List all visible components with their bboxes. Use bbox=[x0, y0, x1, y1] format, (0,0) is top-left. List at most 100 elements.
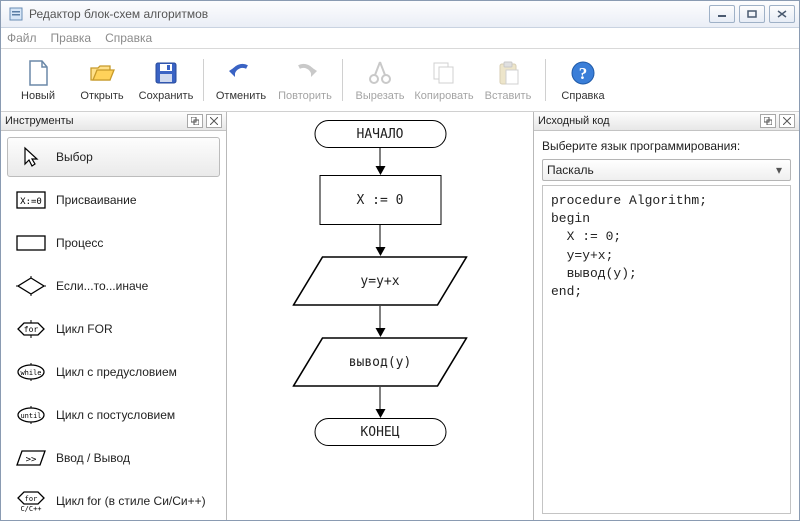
tool-label: Присваивание bbox=[56, 193, 137, 207]
open-label: Открыть bbox=[80, 90, 123, 102]
open-button[interactable]: Открыть bbox=[71, 52, 133, 108]
cut-label: Вырезать bbox=[356, 90, 405, 102]
svg-text:C/C++: C/C++ bbox=[20, 505, 41, 512]
toolbar-separator bbox=[545, 59, 546, 101]
paste-icon bbox=[494, 59, 522, 87]
flowchart: НАЧАЛО X := 0 y=y+x вывод(y) КОНЕЦ bbox=[293, 120, 468, 446]
flow-output[interactable]: вывод(y) bbox=[293, 337, 468, 387]
flow-connector bbox=[375, 387, 385, 418]
assign-icon: X:=0 bbox=[16, 189, 46, 211]
window-title: Редактор блок-схем алгоритмов bbox=[29, 7, 705, 21]
code-view[interactable]: procedure Algorithm; begin X := 0; y=y+x… bbox=[542, 185, 791, 514]
tool-label: Если...то...иначе bbox=[56, 279, 148, 293]
language-dropdown[interactable]: Паскаль ▾ bbox=[542, 159, 791, 181]
copy-icon bbox=[430, 59, 458, 87]
paste-label: Вставить bbox=[485, 90, 532, 102]
menu-help[interactable]: Справка bbox=[105, 31, 152, 45]
toolbar: Новый Открыть Сохранить Отменить Повтори… bbox=[1, 48, 799, 112]
tool-io[interactable]: >> Ввод / Вывод bbox=[7, 438, 220, 478]
tool-assign[interactable]: X:=0 Присваивание bbox=[7, 180, 220, 220]
flow-connector bbox=[375, 225, 385, 256]
save-button[interactable]: Сохранить bbox=[135, 52, 197, 108]
language-label: Выберите язык программирования: bbox=[542, 137, 791, 155]
tool-process[interactable]: Процесс bbox=[7, 223, 220, 263]
tool-label: Ввод / Вывод bbox=[56, 451, 130, 465]
tool-for[interactable]: for Цикл FOR bbox=[7, 309, 220, 349]
close-button[interactable] bbox=[769, 5, 795, 23]
code-panel-title: Исходный код bbox=[538, 115, 757, 127]
menu-edit[interactable]: Правка bbox=[51, 31, 92, 45]
chevron-down-icon: ▾ bbox=[772, 163, 786, 177]
while-icon: while bbox=[16, 361, 46, 383]
file-new-icon bbox=[24, 59, 52, 87]
tool-until[interactable]: until Цикл с постусловием bbox=[7, 395, 220, 435]
undo-label: Отменить bbox=[216, 90, 266, 102]
language-selected: Паскаль bbox=[547, 163, 772, 177]
svg-text:while: while bbox=[20, 369, 41, 377]
io-icon: >> bbox=[16, 447, 46, 469]
copy-label: Копировать bbox=[414, 90, 473, 102]
help-label: Справка bbox=[561, 90, 604, 102]
tools-panel-title: Инструменты bbox=[5, 115, 184, 127]
tools-panel-header: Инструменты bbox=[1, 112, 226, 131]
tool-label: Цикл for (в стиле Си/Си++) bbox=[56, 494, 206, 508]
for-icon: for bbox=[16, 318, 46, 340]
save-label: Сохранить bbox=[139, 90, 194, 102]
until-icon: until bbox=[16, 404, 46, 426]
toolbar-separator bbox=[203, 59, 204, 101]
svg-text:for: for bbox=[25, 495, 38, 503]
flow-assign[interactable]: X := 0 bbox=[319, 175, 441, 225]
flow-end[interactable]: КОНЕЦ bbox=[314, 418, 446, 446]
cut-icon bbox=[366, 59, 394, 87]
titlebar: Редактор блок-схем алгоритмов bbox=[1, 1, 799, 28]
flow-connector bbox=[375, 306, 385, 337]
close-panel-icon[interactable] bbox=[779, 114, 795, 128]
cursor-icon bbox=[16, 146, 46, 168]
maximize-button[interactable] bbox=[739, 5, 765, 23]
redo-label: Повторить bbox=[278, 90, 332, 102]
menu-file[interactable]: Файл bbox=[7, 31, 37, 45]
process-icon bbox=[16, 232, 46, 254]
redo-button: Повторить bbox=[274, 52, 336, 108]
svg-text:X:=0: X:=0 bbox=[20, 197, 42, 207]
undock-icon[interactable] bbox=[760, 114, 776, 128]
svg-text:until: until bbox=[20, 412, 41, 420]
redo-icon bbox=[291, 59, 319, 87]
paste-button: Вставить bbox=[477, 52, 539, 108]
minimize-button[interactable] bbox=[709, 5, 735, 23]
app-icon bbox=[9, 7, 23, 21]
undo-button[interactable]: Отменить bbox=[210, 52, 272, 108]
new-button[interactable]: Новый bbox=[7, 52, 69, 108]
help-button[interactable]: ? Справка bbox=[552, 52, 614, 108]
new-label: Новый bbox=[21, 90, 55, 102]
tool-label: Цикл с постусловием bbox=[56, 408, 175, 422]
tool-ifelse[interactable]: Если...то...иначе bbox=[7, 266, 220, 306]
flow-connector bbox=[375, 148, 385, 175]
close-panel-icon[interactable] bbox=[206, 114, 222, 128]
svg-text:>>: >> bbox=[26, 455, 37, 465]
code-panel: Исходный код Выберите язык программирова… bbox=[533, 112, 799, 520]
flow-start[interactable]: НАЧАЛО bbox=[314, 120, 446, 148]
flowchart-canvas[interactable]: НАЧАЛО X := 0 y=y+x вывод(y) КОНЕЦ bbox=[227, 112, 533, 520]
code-panel-body: Выберите язык программирования: Паскаль … bbox=[534, 131, 799, 520]
diamond-icon bbox=[16, 275, 46, 297]
tools-panel: Инструменты Выбор X:=0 Присваивание Проц… bbox=[1, 112, 227, 520]
tool-label: Цикл FOR bbox=[56, 322, 113, 336]
tool-label: Процесс bbox=[56, 236, 103, 250]
app-window: Редактор блок-схем алгоритмов Файл Правк… bbox=[0, 0, 800, 521]
menubar: Файл Правка Справка bbox=[1, 28, 799, 48]
tool-label: Цикл с предусловием bbox=[56, 365, 177, 379]
tool-while[interactable]: while Цикл с предусловием bbox=[7, 352, 220, 392]
flow-expr[interactable]: y=y+x bbox=[293, 256, 468, 306]
cut-button: Вырезать bbox=[349, 52, 411, 108]
tool-cfor[interactable]: for C/C++ Цикл for (в стиле Си/Си++) bbox=[7, 481, 220, 520]
svg-text:?: ? bbox=[579, 64, 588, 83]
code-panel-header: Исходный код bbox=[534, 112, 799, 131]
folder-open-icon bbox=[88, 59, 116, 87]
save-icon bbox=[152, 59, 180, 87]
tool-select[interactable]: Выбор bbox=[7, 137, 220, 177]
undo-icon bbox=[227, 59, 255, 87]
body: Инструменты Выбор X:=0 Присваивание Проц… bbox=[1, 112, 799, 520]
cfor-icon: for C/C++ bbox=[16, 490, 46, 512]
undock-icon[interactable] bbox=[187, 114, 203, 128]
